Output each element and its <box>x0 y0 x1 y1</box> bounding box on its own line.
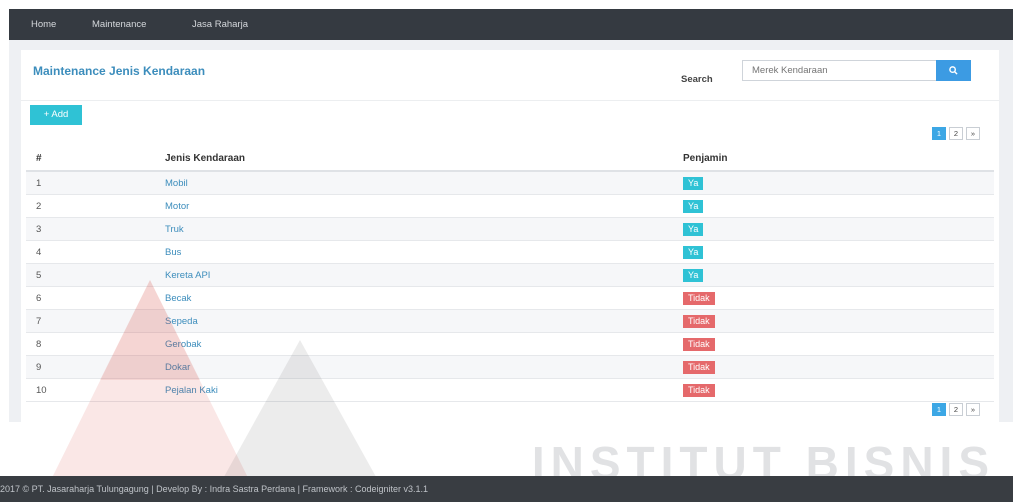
penjamin-cell: Tidak <box>683 332 994 356</box>
add-button[interactable]: + Add <box>30 105 82 125</box>
row-number: 8 <box>26 332 165 356</box>
page-1-button[interactable]: 1 <box>932 403 946 416</box>
main-panel: Maintenance Jenis Kendaraan Search + Add… <box>21 50 999 422</box>
penjamin-badge: Ya <box>683 199 704 213</box>
column-header-number: # <box>26 146 165 172</box>
column-header-penjamin: Penjamin <box>683 146 994 172</box>
penjamin-cell: Tidak <box>683 286 994 310</box>
vehicle-type-link[interactable]: Mobil <box>165 171 683 195</box>
row-number: 6 <box>26 286 165 310</box>
penjamin-badge: Tidak <box>683 314 715 328</box>
search-button[interactable] <box>936 60 971 81</box>
penjamin-cell: Tidak <box>683 355 994 379</box>
search-input[interactable] <box>742 60 939 81</box>
vehicle-type-link[interactable]: Sepeda <box>165 309 683 333</box>
footer-text: 2017 © PT. Jasaraharja Tulungagung | Dev… <box>0 484 429 494</box>
table-row: 5 Kereta API Ya <box>26 263 994 287</box>
table-row: 8 Gerobak Tidak <box>26 332 994 356</box>
penjamin-badge: Tidak <box>683 383 715 397</box>
penjamin-badge: Ya <box>683 245 704 259</box>
page-1-button[interactable]: 1 <box>932 127 946 140</box>
nav-maintenance-link[interactable]: Maintenance <box>92 9 146 40</box>
page-2-button[interactable]: 2 <box>949 403 963 416</box>
table-row: 1 Mobil Ya <box>26 171 994 195</box>
penjamin-badge: Tidak <box>683 360 715 374</box>
penjamin-cell: Ya <box>683 217 994 241</box>
penjamin-cell: Tidak <box>683 309 994 333</box>
pagination-top: 1 2 » <box>932 127 980 140</box>
vehicle-type-link[interactable]: Becak <box>165 286 683 310</box>
top-navbar: Home Maintenance Jasa Raharja <box>9 9 1013 40</box>
penjamin-badge: Ya <box>683 268 704 282</box>
vehicle-type-link[interactable]: Gerobak <box>165 332 683 356</box>
vehicle-type-link[interactable]: Pejalan Kaki <box>165 378 683 402</box>
row-number: 7 <box>26 309 165 333</box>
header-divider <box>21 100 999 101</box>
penjamin-cell: Ya <box>683 240 994 264</box>
search-label: Search <box>681 74 713 85</box>
next-page-button[interactable]: » <box>966 127 980 140</box>
content-area: Maintenance Jenis Kendaraan Search + Add… <box>9 40 1013 422</box>
table-row: 10 Pejalan Kaki Tidak <box>26 378 994 402</box>
penjamin-cell: Tidak <box>683 378 994 402</box>
pagination-bottom: 1 2 » <box>932 403 980 416</box>
vehicle-type-table: # Jenis Kendaraan Penjamin 1 Mobil Ya 2 Moto… <box>26 146 994 402</box>
column-header-jenis: Jenis Kendaraan <box>165 146 683 172</box>
table-header-row: # Jenis Kendaraan Penjamin <box>26 146 994 172</box>
page-title: Maintenance Jenis Kendaraan <box>33 64 206 78</box>
penjamin-badge: Ya <box>683 176 704 190</box>
table-row: 3 Truk Ya <box>26 217 994 241</box>
next-page-button[interactable]: » <box>966 403 980 416</box>
table-row: 7 Sepeda Tidak <box>26 309 994 333</box>
row-number: 1 <box>26 171 165 195</box>
vehicle-type-link[interactable]: Truk <box>165 217 683 241</box>
footer: 2017 © PT. Jasaraharja Tulungagung | Dev… <box>0 476 1013 502</box>
penjamin-cell: Ya <box>683 194 994 218</box>
vehicle-type-link[interactable]: Bus <box>165 240 683 264</box>
table-body: 1 Mobil Ya 2 Motor Ya 3 Truk Ya 4 Bus Ya 5 Kereta API… <box>26 171 994 402</box>
row-number: 4 <box>26 240 165 264</box>
row-number: 9 <box>26 355 165 379</box>
vehicle-type-link[interactable]: Motor <box>165 194 683 218</box>
page-2-button[interactable]: 2 <box>949 127 963 140</box>
table-row: 6 Becak Tidak <box>26 286 994 310</box>
penjamin-cell: Ya <box>683 171 994 195</box>
nav-home-link[interactable]: Home <box>31 9 56 40</box>
vehicle-type-link[interactable]: Dokar <box>165 355 683 379</box>
row-number: 5 <box>26 263 165 287</box>
penjamin-cell: Ya <box>683 263 994 287</box>
nav-jasa-raharja-link[interactable]: Jasa Raharja <box>192 9 248 40</box>
penjamin-badge: Tidak <box>683 337 715 351</box>
penjamin-badge: Tidak <box>683 291 715 305</box>
vehicle-type-link[interactable]: Kereta API <box>165 263 683 287</box>
row-number: 10 <box>26 378 165 402</box>
row-number: 3 <box>26 217 165 241</box>
table-row: 4 Bus Ya <box>26 240 994 264</box>
row-number: 2 <box>26 194 165 218</box>
search-icon <box>949 66 958 75</box>
table-row: 9 Dokar Tidak <box>26 355 994 379</box>
table-row: 2 Motor Ya <box>26 194 994 218</box>
penjamin-badge: Ya <box>683 222 704 236</box>
